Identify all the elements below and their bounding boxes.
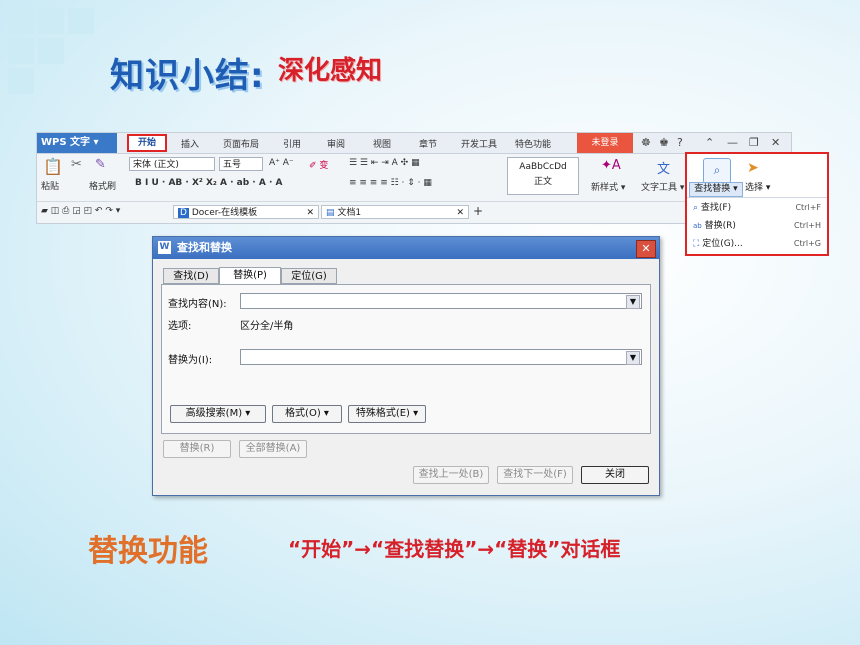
menu-bar: WPS 文字 ▾ 开始 插入 页面布局 引用 审阅 视图 章节 开发工具 特色功… [37, 133, 791, 154]
popup-item-shortcut: Ctrl+F [795, 203, 821, 212]
paste-label[interactable]: 粘贴 [41, 179, 59, 192]
grow-font-icon[interactable]: A⁺ A⁻ [269, 158, 294, 168]
clear-format-icon[interactable]: ✐ 变 [309, 158, 328, 171]
dialog-close-icon[interactable]: ✕ [636, 240, 656, 258]
slide-title: 知识小结: [110, 56, 265, 96]
replace-icon: ab [693, 222, 702, 230]
replace-input[interactable]: ▼ [240, 349, 642, 365]
brush-icon[interactable]: ✎ [95, 157, 106, 172]
find-prev-button[interactable]: 查找上一处(B) [413, 466, 489, 484]
dialog-titlebar[interactable]: W 查找和替换 [153, 237, 659, 259]
replace-button[interactable]: 替换(R) [163, 440, 231, 458]
menu-developer[interactable]: 开发工具 [461, 137, 497, 150]
deco-square [8, 8, 34, 34]
menu-layout[interactable]: 页面布局 [223, 137, 259, 150]
menu-reference[interactable]: 引用 [283, 137, 301, 150]
popup-item-label: 定位(G)... [702, 239, 743, 249]
dialog-title: 查找和替换 [177, 241, 232, 254]
deco-square [68, 8, 94, 34]
find-replace-icon[interactable]: ⌕ [703, 158, 731, 184]
menu-start[interactable]: 开始 [127, 134, 167, 152]
restore-icon[interactable]: ❐ [749, 136, 759, 149]
skin-icon[interactable]: ☸ [641, 136, 651, 149]
find-label: 查找内容(N): [168, 299, 227, 310]
tab-document1[interactable]: ▤ 文档1 ✕ [321, 205, 469, 219]
feature-description: “开始”→“查找替换”→“替换”对话框 [288, 537, 621, 561]
popup-replace-item[interactable]: ab 替换(R) Ctrl+H [693, 218, 821, 234]
tab-find[interactable]: 查找(D) [163, 268, 219, 284]
text-tools-icon[interactable]: 文 [657, 158, 670, 177]
find-input[interactable]: ▼ [240, 293, 642, 309]
text-tools-label[interactable]: 文字工具 ▾ [641, 180, 684, 193]
new-tab-icon[interactable]: + [473, 204, 483, 218]
format-brush-label[interactable]: 格式刷 [89, 179, 116, 192]
menu-insert[interactable]: 插入 [181, 137, 199, 150]
special-format-button[interactable]: 特殊格式(E) ▾ [348, 405, 426, 423]
menu-special[interactable]: 特色功能 [515, 137, 551, 150]
format-button[interactable]: 格式(O) ▾ [272, 405, 342, 423]
find-replace-dialog: W 查找和替换 ✕ 查找(D) 替换(P) 定位(G) 查找内容(N): ▼ 选… [152, 236, 660, 496]
menu-review[interactable]: 审阅 [327, 137, 345, 150]
new-style-label[interactable]: 新样式 ▾ [591, 180, 625, 193]
popup-item-label: 查找(F) [700, 203, 732, 213]
find-replace-popup: ⌕ ➤ 查找替换 ▾ 选择 ▾ ⌕ 查找(F) Ctrl+F ab 替换(R) … [685, 152, 829, 256]
options-value: 区分全/半角 [240, 321, 294, 332]
deco-square [8, 38, 34, 64]
advanced-search-button[interactable]: 高级搜索(M) ▾ [170, 405, 266, 423]
cut-icon[interactable]: ✂ [71, 157, 82, 172]
options-label: 选项: [168, 321, 192, 332]
bold-italic-underline[interactable]: B I U · AB · X² X₂ A · ab · A · A [135, 178, 282, 188]
select-cursor-icon[interactable]: ➤ [747, 160, 759, 176]
collapse-icon[interactable]: ⌃ [705, 136, 714, 149]
style-name: 正文 [533, 177, 552, 187]
replace-all-button[interactable]: 全部替换(A) [239, 440, 307, 458]
popup-find-item[interactable]: ⌕ 查找(F) Ctrl+F [693, 200, 821, 216]
popup-divider [687, 197, 827, 198]
minimize-icon[interactable]: — [727, 136, 738, 149]
popup-goto-item[interactable]: ⛶ 定位(G)... Ctrl+G [693, 236, 821, 252]
replace-label: 替换为(I): [168, 355, 213, 366]
align-icons[interactable]: ≡ ≡ ≡ ≡ ☷ · ⇕ · ▦ [349, 178, 432, 188]
doc-tab-row: ▰ ◫ ⎙ ◲ ◰ ↶ ↷ ▾ D Docer-在线模板 ✕ ▤ 文档1 ✕ + [37, 201, 791, 222]
chevron-down-icon[interactable]: ▼ [626, 295, 640, 309]
style-gallery[interactable]: AaBbCcDd 正文 [507, 157, 579, 195]
quick-access-icons[interactable]: ▰ ◫ ⎙ ◲ ◰ ↶ ↷ ▾ [41, 206, 120, 216]
tab-replace[interactable]: 替换(P) [219, 267, 281, 285]
chevron-down-icon[interactable]: ▼ [626, 351, 640, 365]
magnifier-icon: ⌕ [693, 203, 699, 213]
menu-chapter[interactable]: 章节 [419, 137, 437, 150]
paste-icon[interactable]: 📋 [43, 157, 63, 176]
feature-title: 替换功能 [88, 534, 208, 569]
deco-square [8, 68, 34, 94]
help-icon[interactable]: ? [677, 136, 683, 149]
close-button[interactable]: 关闭 [581, 466, 649, 484]
goto-icon: ⛶ [693, 239, 700, 249]
login-button[interactable]: 未登录 [577, 133, 633, 153]
tab-goto[interactable]: 定位(G) [281, 268, 337, 284]
menu-view[interactable]: 视图 [373, 137, 391, 150]
shirt-icon[interactable]: ♚ [659, 136, 669, 149]
tab-docer[interactable]: D Docer-在线模板 ✕ [173, 205, 319, 219]
new-style-icon[interactable]: ✦A [601, 158, 621, 173]
wps-ribbon: WPS 文字 ▾ 开始 插入 页面布局 引用 审阅 视图 章节 开发工具 特色功… [36, 132, 792, 224]
wps-app-menu[interactable]: WPS 文字 ▾ [37, 133, 117, 153]
popup-item-shortcut: Ctrl+H [794, 221, 821, 230]
wps-icon: W [158, 241, 171, 254]
slide-subtitle: 深化感知 [278, 56, 383, 86]
close-icon[interactable]: ✕ [771, 136, 780, 149]
select-button[interactable]: 选择 ▾ [745, 182, 770, 195]
replace-panel: 查找内容(N): ▼ 选项: 区分全/半角 替换为(I): ▼ 高级搜索(M) … [161, 284, 651, 434]
font-size-select[interactable]: 五号 [219, 157, 263, 171]
style-sample: AaBbCcDd [519, 162, 567, 172]
list-icons[interactable]: ☰ ☰ ⇤ ⇥ A ✣ ▦ [349, 158, 420, 168]
font-select[interactable]: 宋体 (正文) [129, 157, 215, 171]
deco-square [38, 8, 64, 34]
popup-item-shortcut: Ctrl+G [793, 239, 821, 248]
find-next-button[interactable]: 查找下一处(F) [497, 466, 573, 484]
popup-item-label: 替换(R) [704, 221, 736, 231]
deco-square [38, 38, 64, 64]
find-replace-button[interactable]: 查找替换 ▾ [689, 182, 743, 197]
